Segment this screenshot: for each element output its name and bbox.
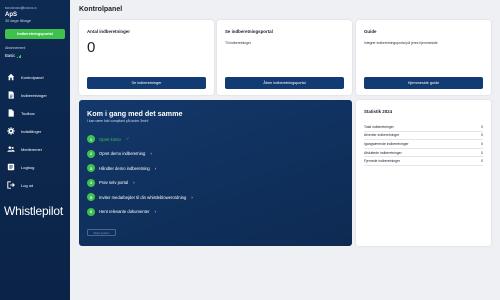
step-try-portal[interactable]: 4 Prøv selv portal › [87,176,193,191]
stat-value: 0 [481,133,483,138]
card-title: Antal indberetninger [87,29,130,34]
getting-started-subtitle: I kan være fuld compliant på under 3min! [87,119,149,123]
view-reports-button[interactable]: Se indberetninger [87,77,206,89]
portal-card: Se indberetningsportal Til indberetninge… [217,20,352,95]
stat-value: 0 [481,159,483,164]
submission-portal-button[interactable]: Indberetningsportal [5,29,65,39]
step-number: 5 [87,193,95,202]
getting-started-panel: Kom i gang med det samme I kan være fuld… [79,100,352,246]
check-icon: ✓ [125,136,130,142]
users-icon [7,145,15,153]
card-title: Se indberetningsportal [225,29,273,34]
stats-row-pending: Afventer indberetninger 0 [364,132,483,141]
company-name: ApS [5,12,17,18]
sidebar-item-label: Indberetninger [21,92,47,98]
step-label: Inviter medarbejder til din whistleblowe… [99,194,187,200]
home-icon [7,73,15,81]
sidebar-item-label: Logbog [21,164,35,170]
chevron-right-icon: › [150,151,152,157]
sidebar-item-logout[interactable]: Log ud [0,176,70,194]
getting-started-title: Kom i gang med det samme [87,109,183,118]
chevron-right-icon: › [154,209,157,215]
subscription-plan[interactable]: Basic [5,53,65,58]
stat-label: Total indberetninger [364,124,394,129]
sidebar-item-toolbox[interactable]: Toolbox [0,104,70,122]
step-number: 4 [87,178,95,187]
step-label: Opret konto [99,136,121,142]
step-download-documents[interactable]: 6 Hent relevante dokumenter › [87,205,193,220]
sidebar-item-label: Indstillinger [21,128,42,134]
step-label: Prøv selv portal [99,180,129,186]
step-label: Hent relevante dokumenter [99,209,150,215]
step-create-account[interactable]: 1 Opret konto ✓ [87,132,193,147]
stat-label: Fjernede indberetninger [364,159,401,164]
plan-name: Basic [5,53,16,58]
stats-row-removed: Fjernede indberetninger 0 [364,157,483,166]
stats-row-in-progress: Igangværende indberetninger 0 [364,140,483,149]
chevron-right-icon: › [154,165,157,171]
stat-label: Igangværende indberetninger [364,141,409,146]
plan-level-icon [17,54,22,58]
step-number: 3 [87,164,95,173]
open-portal-button[interactable]: Åben indberetningsportal [225,77,344,89]
card-description: Integrer indberetningsportal på jeres hj… [364,41,438,45]
sidebar-item-label: Kontrolpanel [21,74,44,80]
step-invite-employees[interactable]: 5 Inviter medarbejder til din whistleblo… [87,190,193,205]
sidebar-item-label: Toolbox [21,110,35,116]
website-guide-button[interactable]: Hjemmeside guide [364,77,483,89]
stats-row-closed: Afsluttede indberetninger 0 [364,149,483,158]
sidebar-item-medlemmer[interactable]: Medlemmer [0,140,70,158]
stat-value: 0 [481,124,483,129]
step-handle-demo-report[interactable]: 3 Håndter demo indberetning › [87,161,193,176]
sidebar-nav: Kontrolpanel Indberetninger Toolbox Inds… [0,68,70,194]
hide-guide-button[interactable]: Skjul guiden [87,229,116,236]
sidebar: s•••••••••••@•••••••.•• ApS 30 dage tilb… [0,0,70,300]
list-icon [7,163,15,171]
step-label: Håndter demo indberetning [99,165,150,171]
step-number: 6 [87,207,95,216]
stat-value: 0 [481,141,483,146]
card-title: Guide [364,29,377,34]
stats-row-total: Total indberetninger 0 [364,123,483,132]
statistics-title: Statistik 2024 [364,109,393,114]
chevron-right-icon: › [191,194,193,200]
step-number: 2 [87,149,95,158]
sidebar-item-indstillinger[interactable]: Indstillinger [0,122,70,140]
whistlepilot-logo: Whistlepilot [4,204,63,218]
page-title: Kontrolpanel [79,6,123,13]
main-content: Kontrolpanel Antal indberetninger 0 Se i… [70,0,500,300]
sidebar-item-logbog[interactable]: Logbog [0,158,70,176]
stat-label: Afsluttede indberetninger [364,150,402,155]
stat-label: Afventer indberetninger [364,133,400,138]
getting-started-steps: 1 Opret konto ✓ 2 Opret demo indberetnin… [87,132,193,219]
step-label: Opret demo indberetning [99,151,146,157]
reports-count: 0 [87,39,96,56]
chevron-right-icon: › [133,180,135,186]
reports-count-card: Antal indberetninger 0 Se indberetninger [79,20,214,95]
step-create-demo-report[interactable]: 2 Opret demo indberetning › [87,147,193,162]
sidebar-item-label: Log ud [21,182,34,188]
card-description: Til indberetninger [225,41,252,45]
trial-days-left: 30 dage tilbage [5,19,31,23]
account-email: s•••••••••••@•••••••.•• [5,6,37,10]
gear-icon [7,127,15,135]
statistics-card: Statistik 2024 Total indberetninger 0 Af… [356,100,491,246]
sidebar-item-kontrolpanel[interactable]: Kontrolpanel [0,68,70,86]
statistics-table: Total indberetninger 0 Afventer indberet… [364,123,483,166]
document-icon [7,91,15,99]
stat-value: 0 [481,150,483,155]
logout-icon [7,181,15,189]
file-icon [7,109,15,117]
guide-card: Guide Integrer indberetningsportal på je… [356,20,491,95]
subscription-label: Abonnement [5,46,26,50]
step-number: 1 [87,135,95,144]
sidebar-item-indberetninger[interactable]: Indberetninger [0,86,70,104]
sidebar-item-label: Medlemmer [21,146,43,152]
